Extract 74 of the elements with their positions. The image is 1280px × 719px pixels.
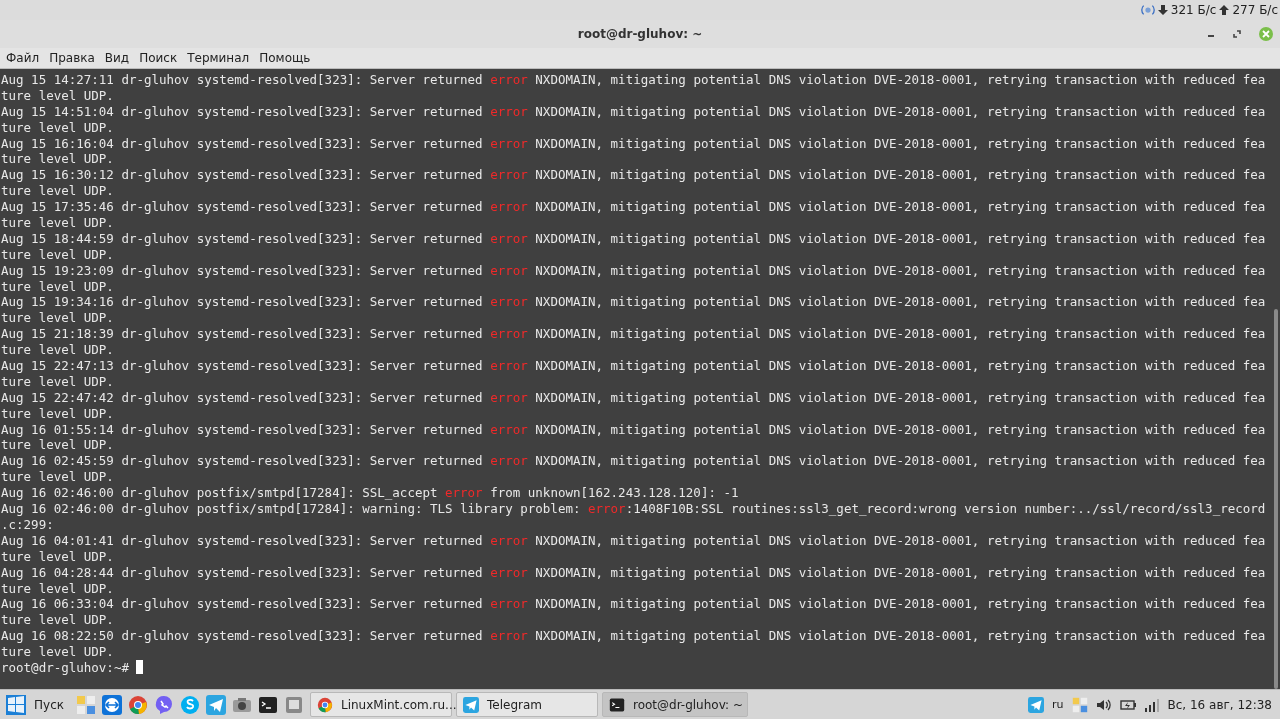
paper-plane-icon: [463, 696, 479, 713]
terminal-line: Aug 15 22:47:42 dr-gluhov systemd-resolved[323]: Server returned error NXDOMAIN, mitigating potential DNS violation DVE-2018-0001, retrying transaction with reduced fea: [1, 389, 1267, 406]
menu-item[interactable]: Файл: [2, 51, 44, 65]
terminal-line: Aug 16 08:22:50 dr-gluhov systemd-resolved[323]: Server returned error NXDOMAIN, mitigating potential DNS violation DVE-2018-0001, retrying transaction with reduced fea: [1, 628, 1267, 645]
tiles-icon[interactable]: [76, 694, 96, 715]
terminal-line: ture level UDP.: [1, 119, 115, 136]
terminal-line: Aug 16 04:01:41 dr-gluhov systemd-resolved[323]: Server returned error NXDOMAIN, mitigating potential DNS violation DVE-2018-0001, retrying transaction with reduced fea: [1, 532, 1267, 549]
terminal-line: Aug 16 02:45:59 dr-gluhov systemd-resolved[323]: Server returned error NXDOMAIN, mitigating potential DNS violation DVE-2018-0001, retrying transaction with reduced fea: [1, 453, 1267, 470]
chrome-icon[interactable]: [128, 694, 148, 715]
tiles-icon[interactable]: [1071, 696, 1088, 713]
terminal-line: ture level UDP.: [1, 612, 115, 629]
window-title: root@dr-gluhov: ~: [577, 27, 703, 41]
terminal-line: Aug 15 14:51:04 dr-gluhov systemd-resolved[323]: Server returned error NXDOMAIN, mitigating potential DNS violation DVE-2018-0001, retrying transaction with reduced fea: [1, 103, 1267, 120]
paper-plane-icon[interactable]: [206, 694, 226, 715]
scrollbar[interactable]: [1274, 309, 1278, 689]
terminal-line: ture level UDP.: [1, 246, 115, 263]
terminal-line: Aug 15 16:30:12 dr-gluhov systemd-resolved[323]: Server returned error NXDOMAIN, mitigating potential DNS violation DVE-2018-0001, retrying transaction with reduced fea: [1, 167, 1267, 184]
network-icon[interactable]: [1140, 3, 1155, 17]
menu-item[interactable]: Помощь: [255, 51, 315, 65]
windows-logo-icon: [6, 694, 26, 715]
terminal-line: Aug 16 01:55:14 dr-gluhov systemd-resolved[323]: Server returned error NXDOMAIN, mitigating potential DNS violation DVE-2018-0001, retrying transaction with reduced fea: [1, 421, 1267, 438]
paper-plane-icon[interactable]: [1028, 696, 1044, 713]
terminal-line: Aug 15 17:35:46 dr-gluhov systemd-resolved[323]: Server returned error NXDOMAIN, mitigating potential DNS violation DVE-2018-0001, retrying transaction with reduced fea: [1, 199, 1267, 215]
phone-bubble-icon[interactable]: [154, 694, 174, 715]
terminal-line: ture level UDP.: [1, 373, 115, 390]
terminal-line: ture level UDP.: [1, 342, 115, 359]
terminal-line: Aug 15 14:27:11 dr-gluhov systemd-resolved[323]: Server returned error NXDOMAIN, mitigating potential DNS violation DVE-2018-0001, retrying transaction with reduced fea: [1, 72, 1267, 88]
upload-speed: 277 Б/с: [1232, 3, 1278, 17]
maximize-icon[interactable]: [1232, 29, 1242, 39]
terminal-line: Aug 16 04:28:44 dr-gluhov systemd-resolved[323]: Server returned error NXDOMAIN, mitigating potential DNS violation DVE-2018-0001, retrying transaction with reduced fea: [1, 564, 1267, 581]
terminal-line: ture level UDP.: [1, 87, 115, 104]
shell-prompt: root@dr-gluhov:~#: [1, 659, 130, 675]
text-cursor: [136, 659, 144, 674]
taskbar-window-button[interactable]: root@dr-gluhov: ~: [602, 692, 748, 717]
s-letter-icon[interactable]: [180, 694, 200, 715]
close-icon[interactable]: [1258, 26, 1274, 42]
terminal-line: ture level UDP.: [1, 310, 115, 327]
terminal-line: ture level UDP.: [1, 278, 115, 295]
menu-item[interactable]: Терминал: [183, 51, 254, 65]
terminal-line: Aug 15 16:16:04 dr-gluhov systemd-resolved[323]: Server returned error NXDOMAIN, mitigating potential DNS violation DVE-2018-0001, retrying transaction with reduced fea: [1, 135, 1267, 152]
terminal-line: ture level UDP.: [1, 644, 115, 660]
arrows-app-icon[interactable]: [102, 694, 122, 715]
upload-arrow-icon: [1219, 5, 1230, 15]
terminal-line: Aug 15 18:44:59 dr-gluhov systemd-resolved[323]: Server returned error NXDOMAIN, mitigating potential DNS violation DVE-2018-0001, retrying transaction with reduced fea: [1, 230, 1267, 247]
clock[interactable]: Вс, 16 авг, 12:38: [1167, 697, 1272, 712]
menu-item[interactable]: Правка: [45, 51, 99, 65]
download-speed: 321 Б/с: [1170, 3, 1217, 17]
terminal-line: ture level UDP.: [1, 437, 115, 454]
taskbar-window-button[interactable]: Telegram: [456, 692, 598, 717]
terminal-icon[interactable]: [258, 694, 278, 715]
start-button[interactable]: Пуск: [0, 690, 70, 719]
terminal-line: ture level UDP.: [1, 183, 115, 200]
terminal-line: Aug 16 02:46:00 dr-gluhov postfix/smtpd[17284]: SSL_accept error from unknown[162.243.128.120]: -1: [1, 485, 740, 502]
terminal-line: Aug 16 06:33:04 dr-gluhov systemd-resolved[323]: Server returned error NXDOMAIN, mitigating potential DNS violation DVE-2018-0001, retrying transaction with reduced fea: [1, 596, 1267, 613]
terminal-line: Aug 15 19:34:16 dr-gluhov systemd-resolved[323]: Server returned error NXDOMAIN, mitigating potential DNS violation DVE-2018-0001, retrying transaction with reduced fea: [1, 294, 1267, 311]
chrome-icon: [317, 696, 333, 713]
menu-item[interactable]: Поиск: [135, 51, 182, 65]
terminal-line: ture level UDP.: [1, 548, 115, 565]
terminal-line: Aug 15 21:18:39 dr-gluhov systemd-resolved[323]: Server returned error NXDOMAIN, mitigating potential DNS violation DVE-2018-0001, retrying transaction with reduced fea: [1, 326, 1267, 343]
keyboard-layout[interactable]: ru: [1052, 698, 1064, 711]
terminal-line: ture level UDP.: [1, 580, 115, 597]
terminal-line: Aug 16 02:46:00 dr-gluhov postfix/smtpd[17284]: warning: TLS library problem: error:1408F10B:SSL routines:ssl3_get_record:wrong version number:../ssl/record/ssl3_record: [1, 501, 1267, 517]
terminal-line: .c:299:: [1, 516, 55, 533]
terminal-line: ture level UDP.: [1, 405, 115, 422]
download-arrow-icon: [1157, 5, 1168, 15]
menu-item[interactable]: Вид: [100, 51, 134, 65]
signal-icon[interactable]: [1143, 696, 1160, 713]
terminal-icon: [609, 696, 625, 713]
terminal-line: ture level UDP.: [1, 469, 115, 486]
terminal-line: ture level UDP.: [1, 151, 115, 168]
terminal-line: Aug 15 19:23:09 dr-gluhov systemd-resolved[323]: Server returned error NXDOMAIN, mitigating potential DNS violation DVE-2018-0001, retrying transaction with reduced fea: [1, 262, 1267, 279]
window-icon[interactable]: [284, 694, 304, 715]
terminal-line: Aug 15 22:47:13 dr-gluhov systemd-resolved[323]: Server returned error NXDOMAIN, mitigating potential DNS violation DVE-2018-0001, retrying transaction with reduced fea: [1, 358, 1267, 374]
terminal-line: ture level UDP.: [1, 215, 115, 231]
